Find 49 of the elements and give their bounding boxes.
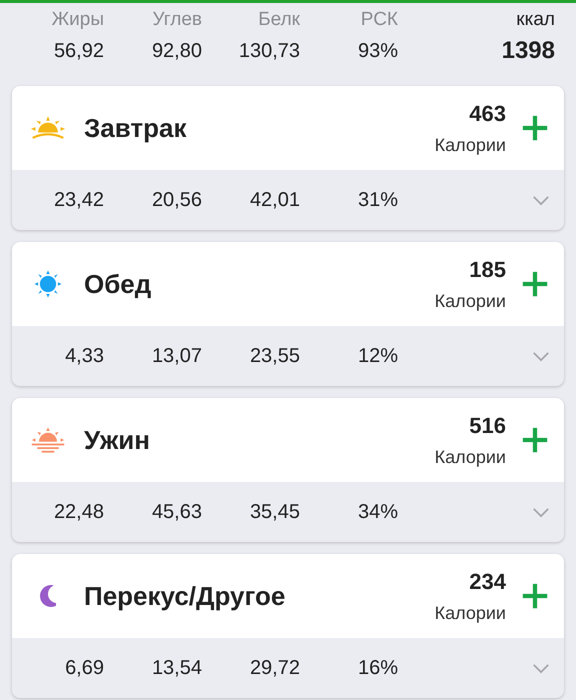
nutrient-total: 93% [358,39,398,63]
nutrient-label: Жиры [52,9,104,31]
add-icon[interactable] [520,581,550,611]
meal-name: Завтрак [84,112,186,144]
nutrient-value: 31% [356,188,398,212]
chevron-down-icon[interactable] [532,662,550,674]
sunrise-icon [30,114,66,142]
meal-calories: 516 [469,412,506,438]
nutrient-label: РСК [360,9,398,31]
nutrient-total: 56,92 [54,39,104,63]
nutrient-total: 92,80 [152,39,202,63]
nutrient-value: 42,01 [248,188,300,212]
nutrient-value: 23,55 [248,344,300,368]
nutrient-value: 20,56 [150,188,202,212]
energy-total: 1398 [502,37,555,65]
meal-calories: 234 [469,568,506,594]
nutrient-value: 23,42 [52,188,104,212]
nutrient-value: 35,45 [248,500,300,524]
nutrient-total: 130,73 [238,39,300,63]
chevron-down-icon[interactable] [532,506,550,518]
nutrient-value: 45,63 [150,500,202,524]
nutrient-value: 12% [356,344,398,368]
sunset-icon [30,426,66,454]
calories-label: Калории [434,134,506,156]
calories-label: Калории [434,290,506,312]
nutrient-value: 29,72 [248,656,300,680]
meal-calories: 185 [469,256,506,282]
add-icon[interactable] [520,425,550,455]
nutrient-label: Белк [258,9,300,31]
nutrient-value: 6,69 [64,656,104,680]
nutrient-value: 13,54 [150,656,202,680]
calories-label: Калории [434,602,506,624]
meal-name: Обед [84,268,152,300]
add-icon[interactable] [520,113,550,143]
energy-label: ккал [516,9,555,31]
chevron-down-icon[interactable] [532,194,550,206]
chevron-down-icon[interactable] [532,350,550,362]
moon-icon [40,585,56,607]
nutrient-label: Углев [152,9,202,31]
meal-calories: 463 [469,100,506,126]
calories-label: Калории [434,446,506,468]
nutrient-value: 22,48 [52,500,104,524]
nutrient-value: 4,33 [64,344,104,368]
add-icon[interactable] [520,269,550,299]
meal-name: Перекус/Другое [84,580,286,612]
nutrient-value: 16% [356,656,398,680]
nutrient-value: 34% [356,500,398,524]
meal-name: Ужин [84,424,150,456]
nutrient-value: 13,07 [150,344,202,368]
